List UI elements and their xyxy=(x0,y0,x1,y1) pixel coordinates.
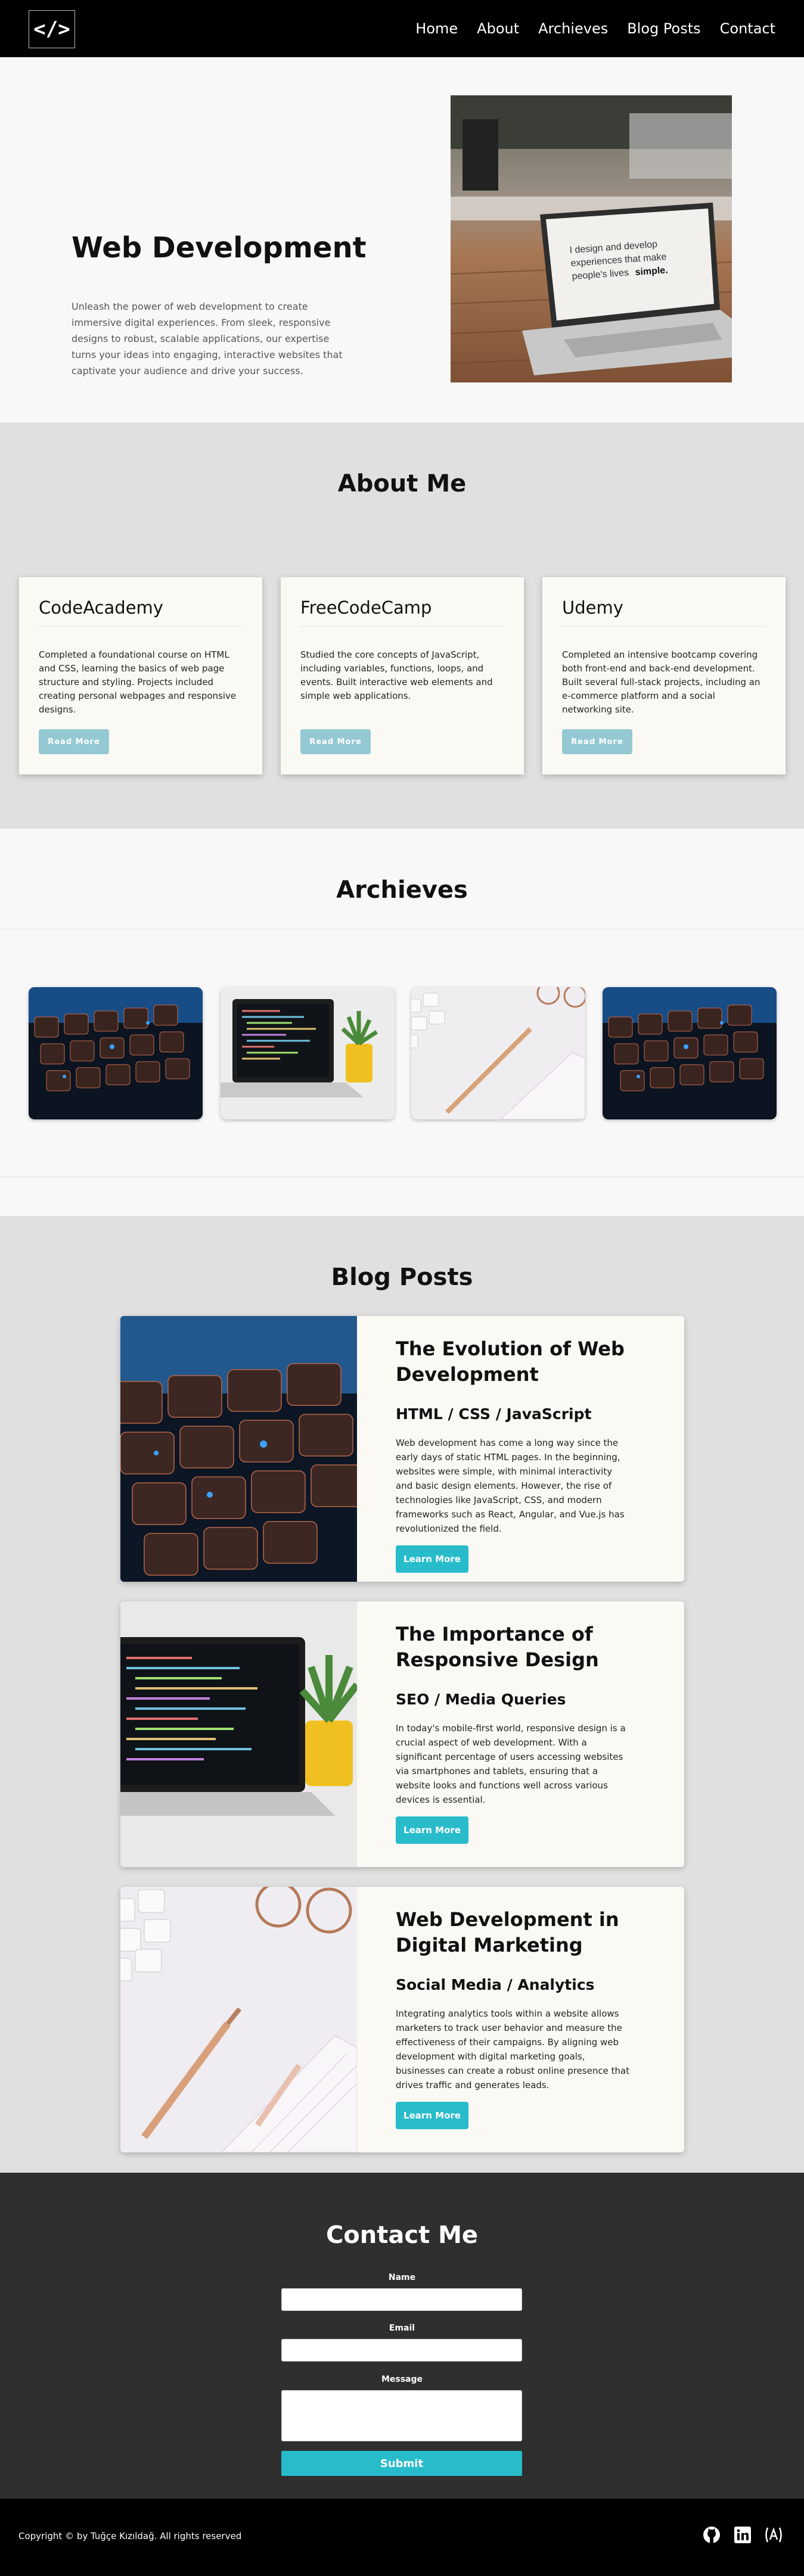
site-logo[interactable]: </> xyxy=(29,10,75,48)
blog-post-evolution: The Evolution of Web Development HTML / … xyxy=(120,1316,684,1582)
archive-image-keyboard[interactable] xyxy=(29,987,203,1119)
archives-title: Archieves xyxy=(336,876,468,904)
read-more-button[interactable]: Read More xyxy=(562,729,632,754)
about-card-freecodecamp: FreeCodeCamp Studied the core concepts o… xyxy=(281,577,524,774)
post-title: Web Development in Digital Marketing xyxy=(396,1908,619,1956)
linkedin-icon[interactable] xyxy=(732,2525,753,2545)
archive-image-laptop-code[interactable] xyxy=(221,987,395,1119)
contact-title: Contact Me xyxy=(325,2222,479,2249)
hero-section: Web Development Unleash the power of web… xyxy=(0,57,804,422)
post-title: The Importance of Responsive Design xyxy=(396,1623,599,1671)
card-title: FreeCodeCamp xyxy=(300,598,432,618)
card-divider xyxy=(39,626,243,627)
nav-about[interactable]: About xyxy=(477,20,519,37)
post-image-desk xyxy=(120,1887,357,2152)
archives-section: Archieves xyxy=(0,829,804,1196)
read-more-button[interactable]: Read More xyxy=(300,729,371,754)
submit-button[interactable]: Submit xyxy=(281,2451,522,2476)
blog-post-responsive: The Importance of Responsive Design SEO … xyxy=(120,1601,684,1867)
about-section: About Me CodeAcademy Completed a foundat… xyxy=(0,422,804,829)
code-brackets-icon: </> xyxy=(33,17,70,41)
card-text: Completed an intensive bootcamp covering… xyxy=(562,649,760,715)
learn-more-button[interactable]: Learn More xyxy=(396,2102,468,2129)
card-title: CodeAcademy xyxy=(39,598,163,618)
post-title: The Evolution of Web Development xyxy=(396,1337,625,1386)
hero-laptop-image: I design and develop experiences that ma… xyxy=(451,95,732,382)
name-label: Name xyxy=(388,2273,416,2282)
a-logo-icon[interactable] xyxy=(763,2525,784,2545)
post-subtitle: Social Media / Analytics xyxy=(396,1976,595,1993)
card-divider xyxy=(562,626,766,627)
email-field[interactable] xyxy=(281,2339,522,2362)
about-card-udemy: Udemy Completed an intensive bootcamp co… xyxy=(542,577,786,774)
github-icon[interactable] xyxy=(701,2525,722,2545)
card-text: Completed a foundational course on HTML … xyxy=(39,649,237,715)
hero-text: Unleash the power of web development to … xyxy=(72,301,343,377)
nav-archives[interactable]: Archieves xyxy=(538,20,608,37)
post-image-keyboard xyxy=(120,1316,357,1582)
archive-image-keyboard-2[interactable] xyxy=(603,987,777,1119)
site-footer: Copyright © by Tuğçe Kızıldağ. All right… xyxy=(0,2499,804,2576)
card-text: Studied the core concepts of JavaScript,… xyxy=(300,649,493,701)
contact-section: Contact Me Name Email Message Submit xyxy=(0,2173,804,2499)
name-field[interactable] xyxy=(281,2288,522,2311)
blog-post-digital-marketing: Web Development in Digital Marketing Soc… xyxy=(120,1887,684,2152)
hero-title: Web Development xyxy=(72,231,367,265)
read-more-button[interactable]: Read More xyxy=(39,729,109,754)
archive-image-desk-pen[interactable] xyxy=(411,987,585,1119)
post-subtitle: HTML / CSS / JavaScript xyxy=(396,1405,592,1423)
post-text: Integrating analytics tools within a web… xyxy=(396,2008,630,2090)
about-title: About Me xyxy=(337,470,467,497)
card-divider xyxy=(300,626,504,627)
nav-blog-posts[interactable]: Blog Posts xyxy=(627,20,700,37)
post-text: Web development has come a long way sinc… xyxy=(396,1438,625,1534)
message-field[interactable] xyxy=(281,2390,522,2441)
post-image-laptop xyxy=(120,1601,357,1867)
post-subtitle: SEO / Media Queries xyxy=(396,1691,566,1708)
section-spacer xyxy=(0,1196,804,1216)
email-label: Email xyxy=(389,2323,415,2333)
message-label: Message xyxy=(381,2375,423,2384)
copyright-text: Copyright © by Tuğçe Kızıldağ. All right… xyxy=(18,2531,242,2541)
main-nav: Home About Archieves Blog Posts Contact xyxy=(415,0,775,57)
social-links xyxy=(701,2525,784,2545)
nav-home[interactable]: Home xyxy=(415,20,458,37)
learn-more-button[interactable]: Learn More xyxy=(396,1816,468,1844)
post-text: In today's mobile-first world, responsiv… xyxy=(396,1723,626,1805)
learn-more-button[interactable]: Learn More xyxy=(396,1545,468,1573)
site-header: </> Home About Archieves Blog Posts Cont… xyxy=(0,0,804,57)
nav-contact[interactable]: Contact xyxy=(720,20,775,37)
blog-section: Blog Posts The Evolution of Web Developm… xyxy=(0,1216,804,2173)
blog-title: Blog Posts xyxy=(331,1264,473,1291)
card-title: Udemy xyxy=(562,598,623,618)
about-card-codeacademy: CodeAcademy Completed a foundational cou… xyxy=(19,577,262,774)
